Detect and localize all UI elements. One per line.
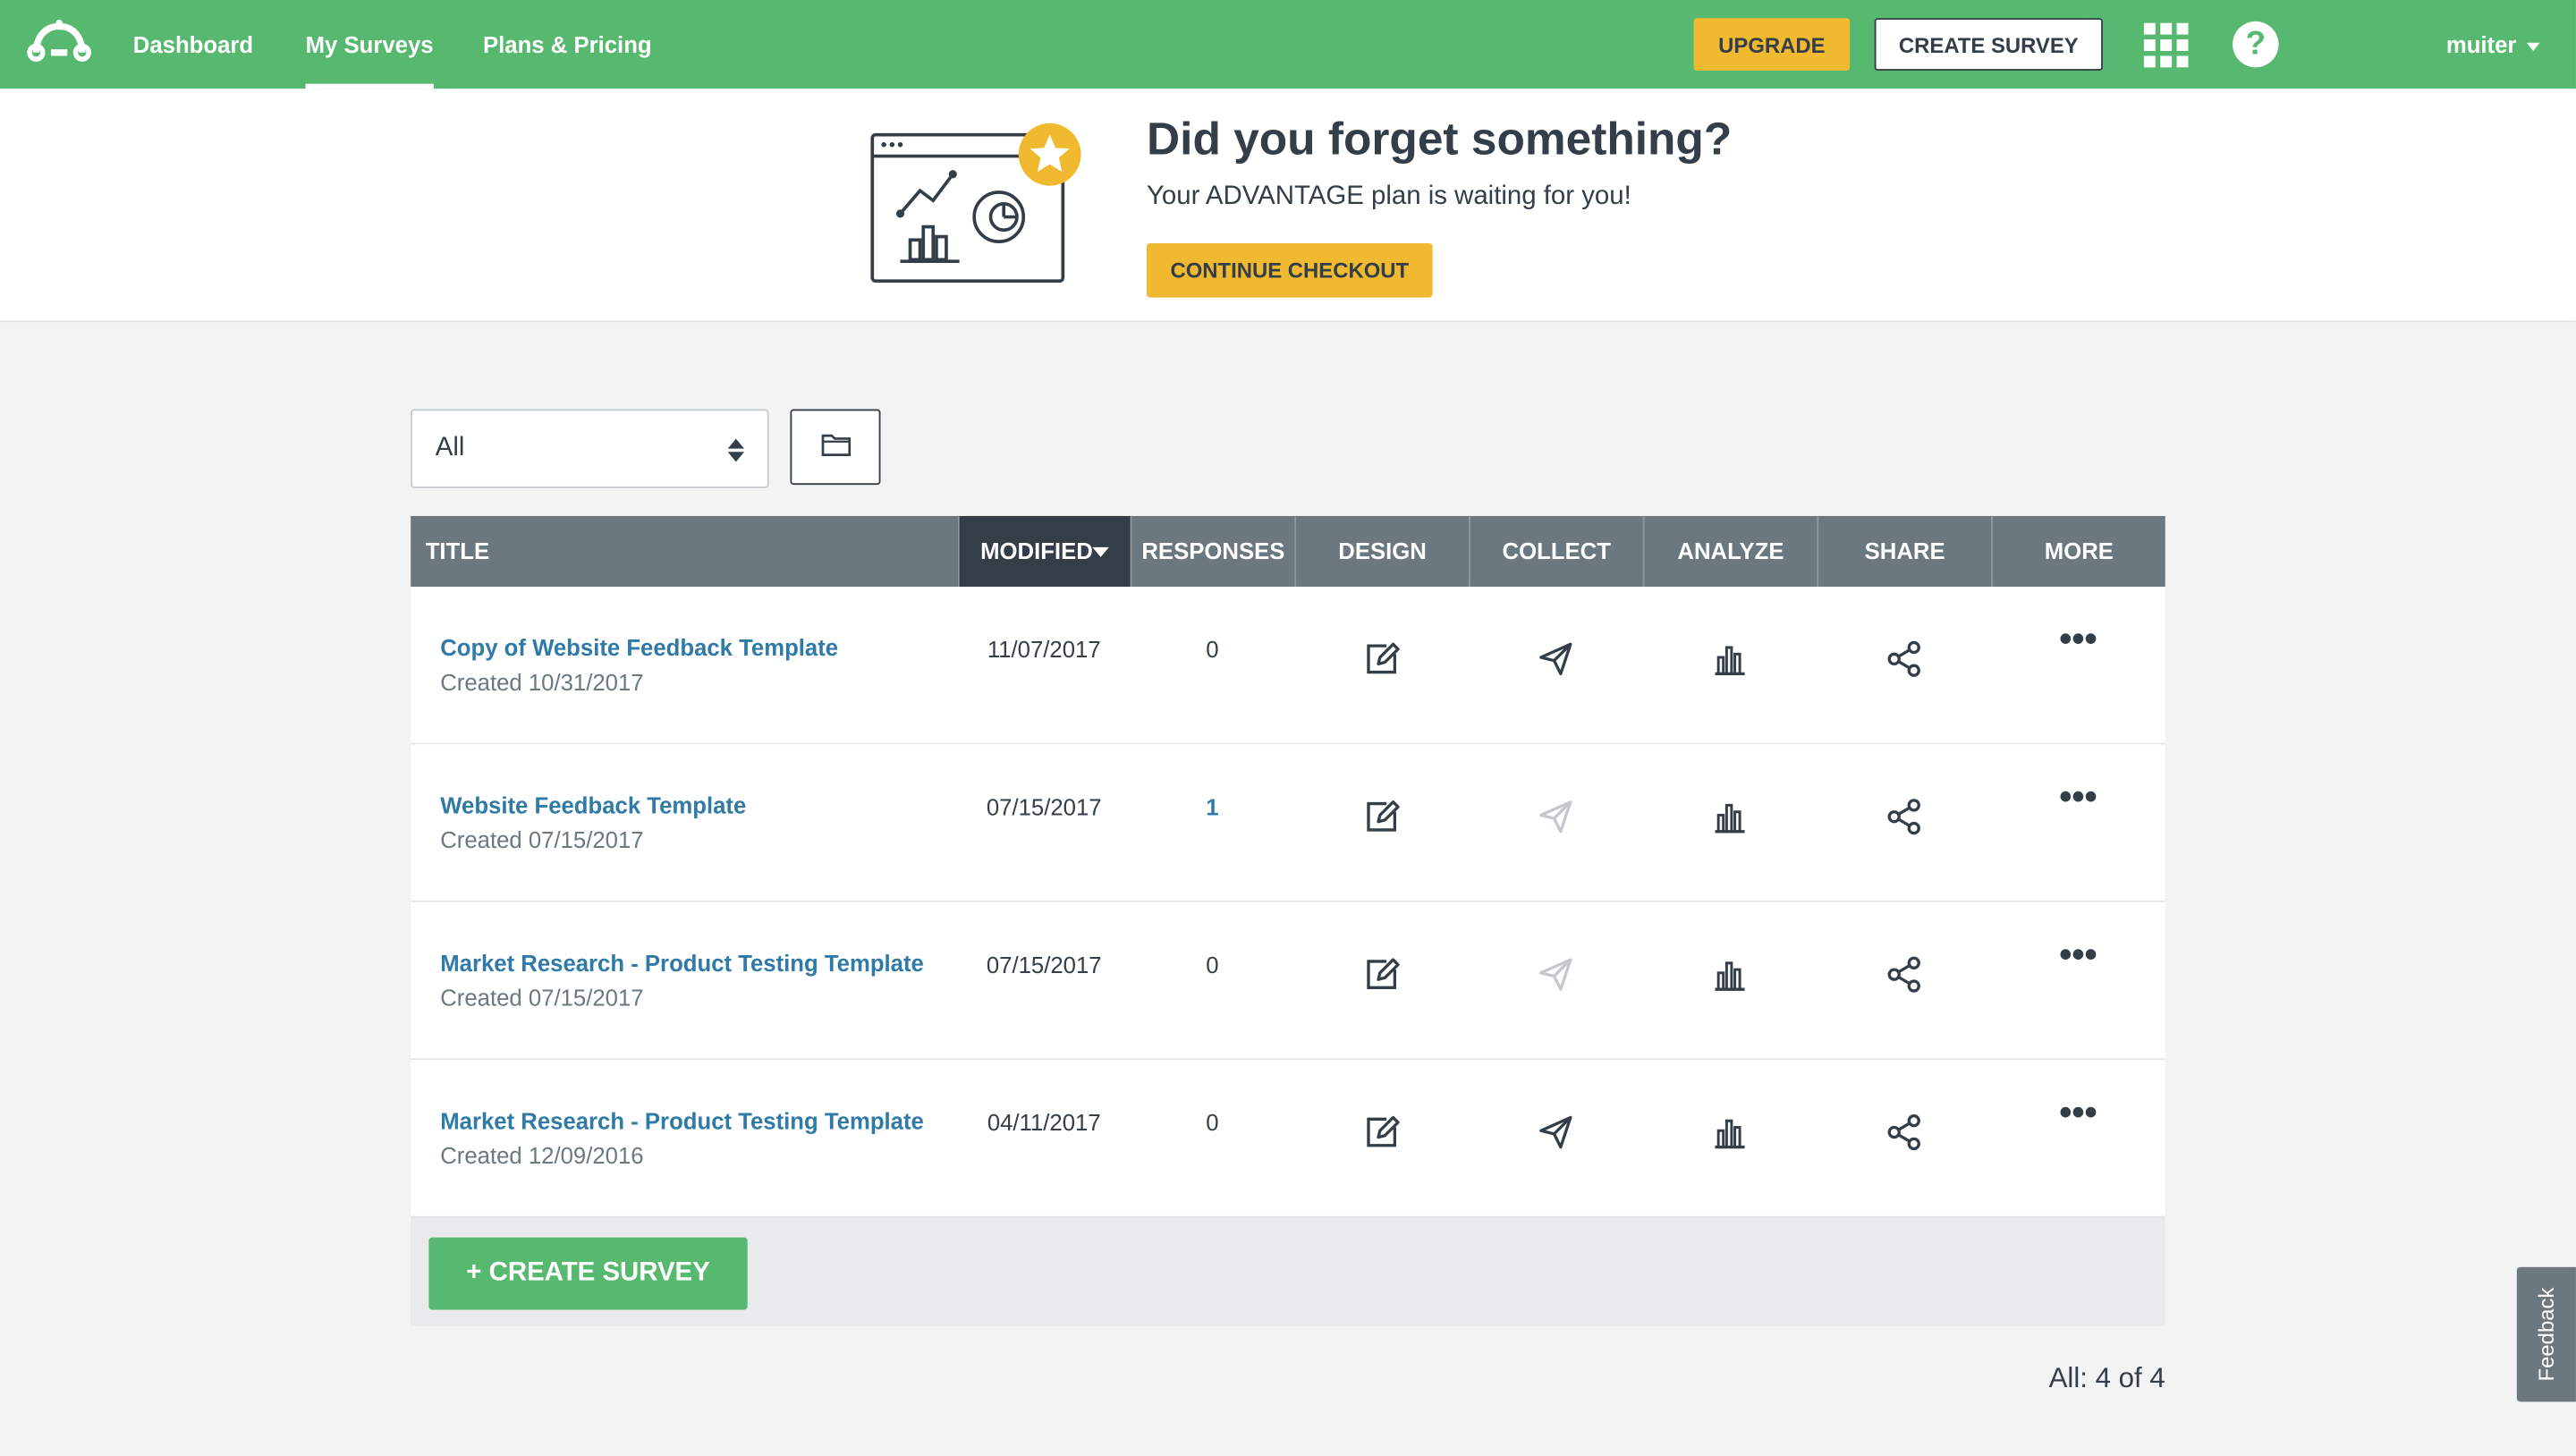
banner-title: Did you forget something? bbox=[1147, 113, 1733, 165]
col-responses[interactable]: RESPONSES bbox=[1130, 515, 1295, 587]
survey-response-count: 0 bbox=[1206, 951, 1219, 978]
send-icon[interactable] bbox=[1538, 956, 1573, 992]
col-share: SHARE bbox=[1817, 515, 1991, 587]
create-survey-button[interactable]: CREATE SURVEY bbox=[1874, 18, 2103, 72]
nav-dashboard[interactable]: Dashboard bbox=[133, 0, 253, 89]
survey-response-count[interactable]: 1 bbox=[1131, 794, 1295, 820]
col-modified[interactable]: MODIFIED bbox=[957, 515, 1131, 587]
edit-icon[interactable] bbox=[1363, 956, 1400, 992]
survey-response-count: 0 bbox=[1206, 636, 1219, 663]
more-options-icon[interactable]: ••• bbox=[2054, 621, 2103, 663]
col-design: DESIGN bbox=[1294, 515, 1469, 587]
col-title[interactable]: TITLE bbox=[411, 516, 958, 587]
filter-selected-value: All bbox=[435, 434, 465, 462]
survey-created-date: Created 07/15/2017 bbox=[440, 826, 644, 853]
survey-modified-date: 11/07/2017 bbox=[987, 636, 1101, 663]
survey-title-link[interactable]: Market Research - Product Testing Templa… bbox=[440, 950, 924, 976]
survey-title-link[interactable]: Market Research - Product Testing Templa… bbox=[440, 1107, 924, 1133]
banner-subtitle: Your ADVANTAGE plan is waiting for you! bbox=[1147, 182, 1631, 211]
user-menu[interactable]: muiter bbox=[2445, 0, 2540, 89]
feedback-tab[interactable]: Feedback bbox=[2516, 1266, 2576, 1402]
col-collect: COLLECT bbox=[1469, 515, 1643, 587]
checkout-banner: Did you forget something? Your ADVANTAGE… bbox=[0, 89, 2576, 323]
edit-icon[interactable] bbox=[1363, 641, 1400, 677]
share-icon[interactable] bbox=[1886, 956, 1922, 993]
sort-desc-icon bbox=[1092, 547, 1110, 558]
apps-grid-icon[interactable] bbox=[2143, 22, 2189, 68]
table-header: TITLE MODIFIED RESPONSES DESIGN COLLECT … bbox=[411, 515, 2165, 587]
share-icon[interactable] bbox=[1886, 640, 1922, 677]
table-row[interactable]: Market Research - Product Testing Templa… bbox=[411, 902, 2165, 1061]
table-row[interactable]: Market Research - Product Testing Templa… bbox=[411, 1060, 2165, 1218]
survey-modified-date: 07/15/2017 bbox=[986, 793, 1102, 820]
continue-checkout-button[interactable]: CONTINUE CHECKOUT bbox=[1147, 242, 1433, 298]
survey-title-link[interactable]: Copy of Website Feedback Template bbox=[440, 634, 838, 660]
survey-created-date: Created 12/09/2016 bbox=[440, 1142, 644, 1169]
folder-button[interactable] bbox=[790, 409, 881, 486]
bar-chart-icon[interactable] bbox=[1712, 641, 1748, 677]
surveys-table: TITLE MODIFIED RESPONSES DESIGN COLLECT … bbox=[411, 515, 2165, 1326]
feedback-label: Feedback bbox=[2534, 1287, 2559, 1382]
bar-chart-icon[interactable] bbox=[1712, 956, 1748, 992]
survey-created-date: Created 10/31/2017 bbox=[440, 668, 644, 696]
nav-plans-pricing[interactable]: Plans & Pricing bbox=[483, 0, 652, 89]
chevron-down-icon bbox=[2526, 42, 2540, 51]
survey-count: All: 4 of 4 bbox=[2048, 1362, 2165, 1394]
edit-icon[interactable] bbox=[1363, 1114, 1400, 1150]
bar-chart-icon[interactable] bbox=[1712, 799, 1748, 834]
create-survey-bottom-button[interactable]: + CREATE SURVEY bbox=[428, 1237, 748, 1310]
more-options-icon[interactable]: ••• bbox=[2054, 935, 2103, 978]
survey-created-date: Created 07/15/2017 bbox=[440, 984, 644, 1012]
share-icon[interactable] bbox=[1886, 1114, 1922, 1151]
survey-response-count: 0 bbox=[1206, 1109, 1219, 1136]
surveymonkey-logo-icon[interactable] bbox=[26, 16, 91, 65]
upgrade-button[interactable]: UPGRADE bbox=[1693, 18, 1851, 72]
survey-title-link[interactable]: Website Feedback Template bbox=[440, 792, 746, 818]
help-icon[interactable]: ? bbox=[2233, 21, 2279, 68]
col-more: MORE bbox=[1991, 515, 2165, 587]
more-options-icon[interactable]: ••• bbox=[2054, 1094, 2103, 1136]
send-icon[interactable] bbox=[1538, 1114, 1573, 1150]
send-icon[interactable] bbox=[1538, 799, 1573, 834]
bar-chart-icon[interactable] bbox=[1712, 1114, 1748, 1150]
edit-icon[interactable] bbox=[1363, 799, 1400, 834]
updown-arrows-icon bbox=[727, 438, 745, 462]
survey-modified-date: 04/11/2017 bbox=[987, 1109, 1101, 1136]
col-modified-label: MODIFIED bbox=[980, 537, 1093, 564]
username: muiter bbox=[2445, 30, 2517, 58]
share-icon[interactable] bbox=[1886, 799, 1922, 835]
analytics-illustration-icon bbox=[870, 123, 1081, 284]
col-analyze: ANALYZE bbox=[1642, 515, 1818, 587]
table-footer: + CREATE SURVEY bbox=[411, 1217, 2165, 1326]
more-options-icon[interactable]: ••• bbox=[2054, 778, 2103, 820]
folder-icon bbox=[820, 434, 851, 456]
survey-modified-date: 07/15/2017 bbox=[986, 951, 1102, 978]
table-row[interactable]: Website Feedback Template Created 07/15/2… bbox=[411, 744, 2165, 902]
top-navbar: Dashboard My Surveys Plans & Pricing UPG… bbox=[0, 0, 2576, 89]
send-icon[interactable] bbox=[1538, 641, 1573, 677]
folder-filter-select[interactable]: All bbox=[411, 409, 769, 488]
table-row[interactable]: Copy of Website Feedback Template Created… bbox=[411, 586, 2165, 745]
nav-my-surveys[interactable]: My Surveys bbox=[305, 0, 434, 89]
